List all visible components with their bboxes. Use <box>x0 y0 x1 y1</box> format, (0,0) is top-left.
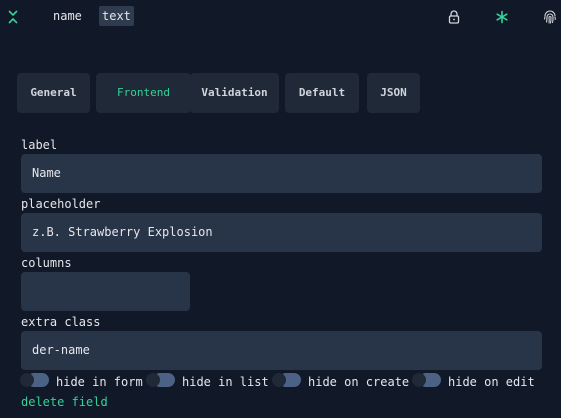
fingerprint-icon[interactable] <box>543 9 557 24</box>
placeholder-input[interactable]: z.B. Strawberry Explosion <box>21 213 542 252</box>
toggle-knob <box>20 373 34 387</box>
tab-default[interactable]: Default <box>285 73 359 113</box>
toggle-knob <box>412 373 426 387</box>
tab-general[interactable]: General <box>17 73 90 113</box>
chevrons-collapse-icon[interactable] <box>6 8 20 26</box>
lock-icon[interactable] <box>447 9 461 24</box>
toggle-label: hide in form <box>56 375 143 389</box>
visibility-toggles: hide in form hide in list hide on create… <box>20 371 561 391</box>
columns-field-label: columns <box>21 256 72 270</box>
field-name: name <box>53 9 82 23</box>
toggle-label: hide in list <box>182 375 269 389</box>
columns-input[interactable] <box>21 272 190 311</box>
extra-class-input[interactable]: der-name <box>21 331 542 370</box>
extra-class-field-label: extra class <box>21 315 101 329</box>
field-type-badge: text <box>99 6 134 26</box>
tab-json[interactable]: JSON <box>367 73 420 113</box>
placeholder-field-label: placeholder <box>21 197 101 211</box>
asterisk-icon[interactable] <box>495 9 509 24</box>
label-field-label: label <box>21 138 58 152</box>
delete-field-link[interactable]: delete field <box>21 395 108 409</box>
field-editor: name text General Frontend Validation De… <box>0 0 561 418</box>
field-header: name text <box>0 0 561 34</box>
toggle-knob <box>272 373 286 387</box>
tab-validation[interactable]: Validation <box>190 73 279 113</box>
tab-frontend[interactable]: Frontend <box>96 73 191 113</box>
toggle-label: hide on create <box>308 375 410 389</box>
toggle-knob <box>146 373 160 387</box>
toggle-label: hide on edit <box>448 375 535 389</box>
label-input[interactable]: Name <box>21 154 542 193</box>
